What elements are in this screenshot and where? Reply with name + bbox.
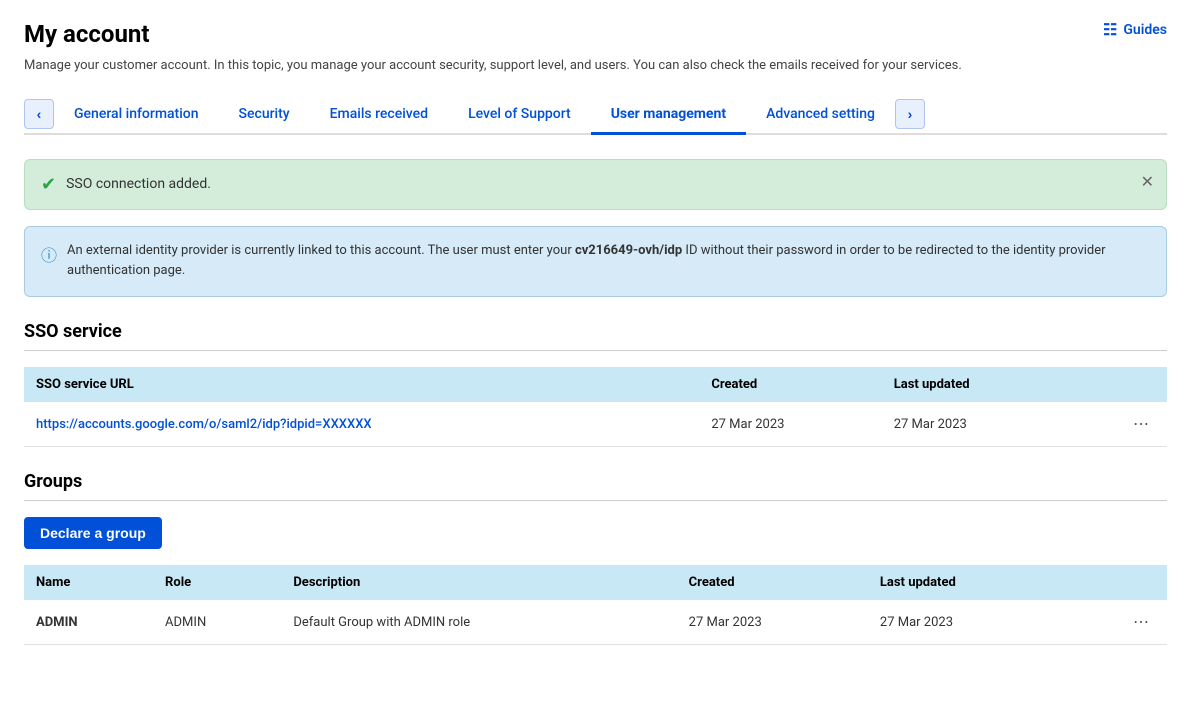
info-icon: ⓘ (41, 242, 57, 266)
sso-row-actions-button[interactable]: ⋯ (1127, 412, 1155, 436)
tab-security[interactable]: Security (219, 96, 310, 135)
sso-col-url: SSO service URL (24, 367, 699, 402)
group-updated-cell: 27 Mar 2023 (868, 600, 1065, 645)
groups-section: Groups Declare a group Name Role Descrip… (24, 471, 1167, 645)
groups-col-name: Name (24, 565, 153, 600)
success-alert-text: SSO connection added. (66, 176, 211, 192)
groups-col-description: Description (281, 565, 676, 600)
group-row-actions-button[interactable]: ⋯ (1127, 610, 1155, 634)
guides-label: Guides (1123, 22, 1167, 38)
success-alert-close-button[interactable]: ✕ (1141, 172, 1154, 192)
group-description-cell: Default Group with ADMIN role (281, 600, 676, 645)
table-row: https://accounts.google.com/o/saml2/idp?… (24, 402, 1167, 447)
group-actions-cell: ⋯ (1065, 600, 1167, 645)
sso-service-section: SSO service SSO service URL Created Last… (24, 321, 1167, 447)
guides-icon: ☷ (1103, 20, 1117, 39)
tabs-container: ‹ General information Security Emails re… (24, 96, 1167, 135)
sso-col-created: Created (699, 367, 881, 402)
info-alert: ⓘ An external identity provider is curre… (24, 226, 1167, 298)
sso-url-link[interactable]: https://accounts.google.com/o/saml2/idp?… (36, 417, 372, 432)
tab-advanced-setting[interactable]: Advanced setting (746, 96, 895, 135)
tab-prev-button[interactable]: ‹ (24, 99, 54, 129)
tab-level-of-support[interactable]: Level of Support (448, 96, 591, 135)
groups-divider (24, 500, 1167, 501)
sso-col-last-updated: Last updated (882, 367, 1070, 402)
sso-url-cell: https://accounts.google.com/o/saml2/idp?… (24, 402, 699, 447)
group-created-cell: 27 Mar 2023 (677, 600, 868, 645)
sso-actions-cell: ⋯ (1069, 402, 1167, 447)
groups-col-created: Created (677, 565, 868, 600)
sso-table: SSO service URL Created Last updated htt… (24, 367, 1167, 447)
declare-group-button[interactable]: Declare a group (24, 517, 162, 549)
group-role-cell: ADMIN (153, 600, 281, 645)
groups-col-role: Role (153, 565, 281, 600)
page-title: My account (24, 20, 149, 48)
sso-created-cell: 27 Mar 2023 (699, 402, 881, 447)
groups-section-title: Groups (24, 471, 1167, 492)
page-subtitle: Manage your customer account. In this to… (24, 56, 1167, 76)
info-alert-text: An external identity provider is current… (67, 241, 1150, 283)
tab-user-management[interactable]: User management (591, 96, 746, 135)
info-text-before: An external identity provider is current… (67, 243, 575, 258)
guides-link[interactable]: ☷ Guides (1103, 20, 1167, 39)
sso-section-title: SSO service (24, 321, 1167, 342)
sso-updated-cell: 27 Mar 2023 (882, 402, 1070, 447)
groups-col-actions (1065, 565, 1167, 600)
groups-table-header-row: Name Role Description Created Last updat… (24, 565, 1167, 600)
groups-table: Name Role Description Created Last updat… (24, 565, 1167, 645)
sso-table-header-row: SSO service URL Created Last updated (24, 367, 1167, 402)
sso-divider (24, 350, 1167, 351)
tab-emails-received[interactable]: Emails received (310, 96, 448, 135)
tab-next-button[interactable]: › (895, 99, 925, 129)
groups-col-last-updated: Last updated (868, 565, 1065, 600)
group-name-cell: ADMIN (24, 600, 153, 645)
sso-col-actions (1069, 367, 1167, 402)
success-icon: ✔ (41, 174, 56, 195)
tab-general-information[interactable]: General information (54, 96, 219, 135)
table-row: ADMIN ADMIN Default Group with ADMIN rol… (24, 600, 1167, 645)
info-idp-id: cv216649-ovh/idp (575, 243, 682, 258)
success-alert: ✔ SSO connection added. ✕ (24, 159, 1167, 210)
